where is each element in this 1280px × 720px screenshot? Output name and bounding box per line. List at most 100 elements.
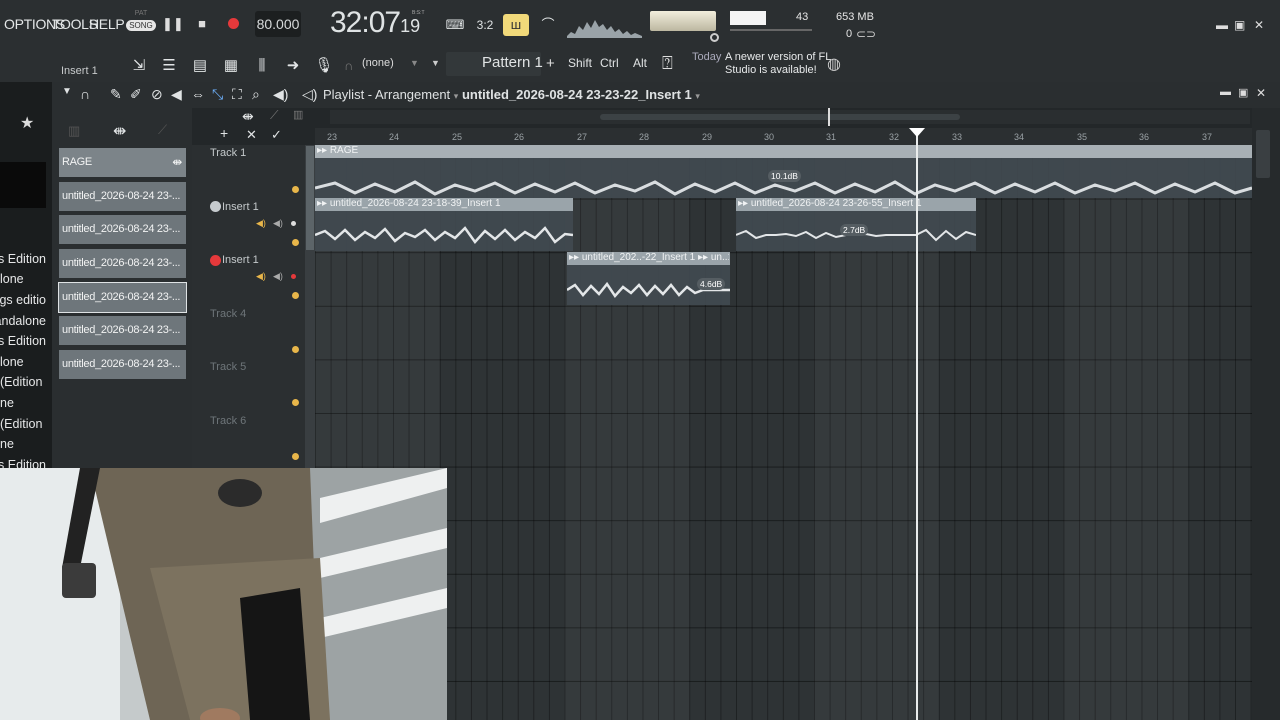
microphone-icon[interactable]: 🎙 [313,55,335,77]
browser-item[interactable]: Edition) [0,375,46,389]
chevron-down-icon[interactable]: ▾ [454,91,459,101]
audio-clip-a[interactable]: ▸▸ untitled_2026-08-24 23-18-39_Insert 1 [315,198,573,251]
select-icon[interactable]: ⛶ [232,86,242,103]
maximize-icon[interactable]: ▣ [1234,18,1245,32]
browser-item[interactable]: Edition) [0,417,46,431]
magnet-icon[interactable]: ∩ [80,86,90,102]
chevron-down-icon[interactable]: ▼ [410,58,419,68]
track-mute-dot[interactable] [292,239,299,246]
typing-keyboard-icon[interactable]: ⌨ [442,14,468,36]
slice-icon[interactable]: ⤡ [212,86,223,103]
zoom-icon[interactable]: ⌕ [252,86,260,103]
track-name[interactable]: Insert 1 [222,254,259,266]
track-name[interactable]: Insert 1 [222,201,259,213]
audio-clip-b[interactable]: ▸▸ untitled_2026-08-24 23-26-55_Insert 1… [736,198,976,251]
audio-clip-rage[interactable]: ▸▸ RAGE 10.1dB [315,145,1252,198]
snap-icon[interactable]: ⇲ [128,55,150,77]
picker-item-rage[interactable]: RAGE ⇼ [59,148,186,177]
song-position-display[interactable]: 32:0719 [330,6,420,40]
playback-icon[interactable]: ◀) [273,86,288,103]
vertical-scroll-thumb[interactable] [1256,130,1270,178]
track-name[interactable]: Track 1 [210,147,246,159]
menu-help[interactable]: HELP [89,16,125,32]
track-name[interactable]: Track 5 [210,361,246,373]
track-knob[interactable] [210,201,221,212]
clip-volume[interactable]: 2.7dB [840,224,869,236]
channel-select[interactable]: (none) [362,57,394,69]
track-knob[interactable] [210,255,221,266]
chevron-down-icon[interactable]: ▾ [695,91,700,101]
pattern-clip-icon[interactable]: ▥ [293,108,303,121]
record-arm-dot[interactable] [291,221,296,226]
playlist-close-icon[interactable]: ✕ [1256,86,1266,100]
remove-icon[interactable]: ✕ [246,127,257,143]
browser-item[interactable]: s Edition) [0,252,46,266]
clip-volume[interactable]: 10.1dB [768,170,801,182]
blend-notes-icon[interactable]: ⌒ [535,14,561,36]
arrangement-name[interactable]: untitled_2026-08-24 23-23-22_Insert 1 [462,87,692,102]
piano-roll-icon[interactable]: ▦ [220,55,242,77]
browser-item[interactable]: s Edition) [0,334,46,348]
track-mute-dot[interactable] [292,292,299,299]
track-mute-dot[interactable] [292,346,299,353]
browser-item[interactable]: lone [0,272,46,286]
chevron-down-icon[interactable]: ▼ [431,58,440,68]
track-name[interactable]: Track 6 [210,415,246,427]
tempo-field[interactable]: 80.000 [255,11,301,37]
speaker-icon[interactable]: ◀) [273,218,283,229]
track-mute-dot[interactable] [292,453,299,460]
close-icon[interactable]: ✕ [1254,18,1264,32]
globe-icon[interactable]: ◍ [827,54,841,74]
stop-icon[interactable]: ■ [192,14,212,34]
channel-rack-icon[interactable]: ▤ [189,55,211,77]
track-mute-dot[interactable] [292,186,299,193]
picker-item-selected[interactable]: untitled_2026-08-24 23-... [58,282,187,313]
help-icon[interactable]: ⍰ [662,53,673,74]
add-track-icon[interactable]: + [220,125,228,141]
automation-clip-icon[interactable]: ⟋ [270,108,278,123]
audio-clip-icon[interactable]: ⇼ [242,108,254,125]
playlist-arrow-icon[interactable]: ◁) [302,86,317,103]
picker-pattern-icon[interactable]: ▥ [68,123,80,139]
browser-item[interactable]: ne [0,437,46,451]
browser-item[interactable]: gs editio [0,293,46,307]
picker-item[interactable]: untitled_2026-08-24 23-... [59,249,186,278]
check-icon[interactable]: ✓ [271,127,282,143]
vertical-scrollbar[interactable] [1252,108,1280,720]
star-icon[interactable]: ★ [20,113,34,133]
headphones-icon[interactable]: ∩ [344,58,353,73]
browser-item[interactable]: lone [0,355,46,369]
browser-item[interactable]: ne [0,396,46,410]
picker-item[interactable]: untitled_2026-08-24 23-... [59,316,186,345]
master-volume-knob[interactable] [710,33,719,42]
mixer-icon[interactable]: ⫼ [251,55,273,77]
slip-icon[interactable]: ⇔ [191,86,205,102]
playlist-view-icon[interactable]: ☰ [158,55,180,77]
playhead[interactable] [916,128,918,720]
mute-tool-icon[interactable]: ◀ [171,86,182,103]
track-name[interactable]: Track 4 [210,308,246,320]
picker-automation-icon[interactable]: ⟋ [158,122,167,138]
overview-thumb[interactable] [600,114,960,120]
speaker-icon[interactable]: ◀) [256,218,266,229]
add-pattern-icon[interactable]: + [546,55,555,72]
clip-volume[interactable]: 4.6dB [697,278,726,290]
playlist-menu-icon[interactable]: ▼ [62,86,72,97]
arrow-right-icon[interactable]: ➜ [282,55,304,77]
step-edit-icon[interactable]: 3:2 [472,14,498,36]
record-button[interactable] [224,14,244,34]
picker-item[interactable]: untitled_2026-08-24 23-... [59,350,186,379]
track-mute-dot[interactable] [292,399,299,406]
playlist-minimize-icon[interactable]: ▬ [1220,86,1231,98]
track-scroll-thumb[interactable] [306,146,314,250]
playlist-maximize-icon[interactable]: ▣ [1238,86,1248,99]
audio-clip-c[interactable]: ▸▸ untitled_202..-22_Insert 1 ▸▸ un..1 4… [567,252,730,305]
speaker-icon[interactable]: ◀) [256,271,266,282]
delete-icon[interactable]: ⊘ [151,86,163,103]
speaker-icon[interactable]: ◀) [273,271,283,282]
playhead-marker[interactable] [909,128,925,137]
ctrl-key[interactable]: Ctrl [600,56,619,70]
shift-key[interactable]: Shift [568,56,592,70]
minimize-icon[interactable]: ▬ [1216,18,1228,32]
browser-item[interactable]: andalone [0,314,46,328]
